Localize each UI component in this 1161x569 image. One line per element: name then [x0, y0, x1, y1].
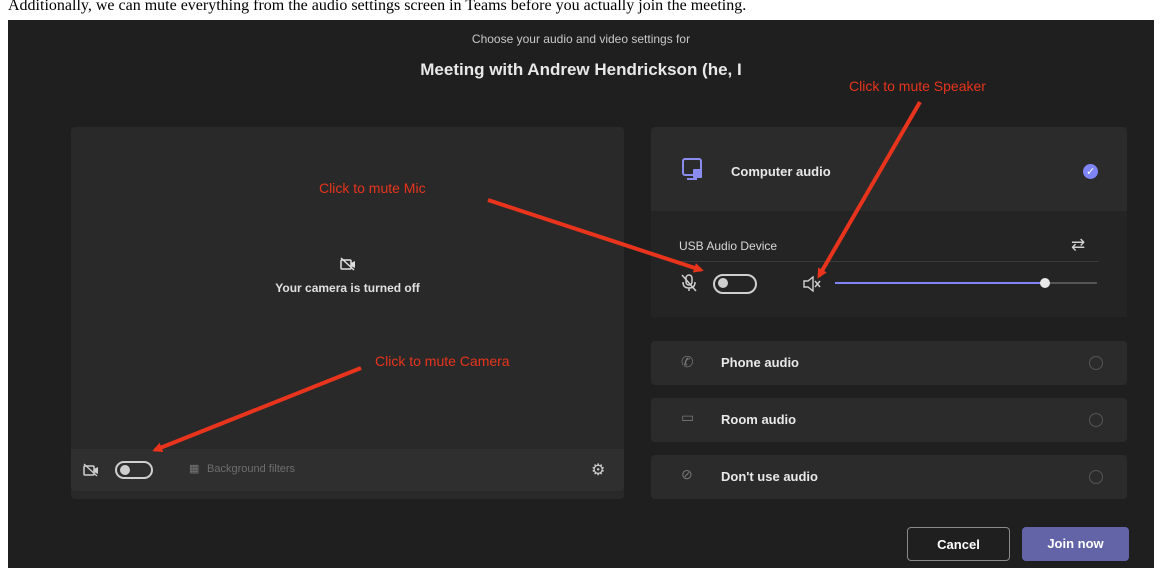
computer-audio-label: Computer audio: [731, 164, 831, 179]
gear-icon[interactable]: ⚙: [591, 460, 605, 480]
annotation-mute-camera: Click to mute Camera: [375, 353, 510, 369]
no-audio-radio[interactable]: [1089, 470, 1103, 484]
room-audio-radio[interactable]: [1089, 413, 1103, 427]
camera-off-icon: [339, 257, 355, 271]
mic-toggle[interactable]: [713, 274, 757, 294]
meeting-setup-screen: Choose your audio and video settings for…: [8, 20, 1154, 568]
volume-slider-fill: [835, 282, 1045, 284]
phone-audio-label: Phone audio: [721, 355, 799, 370]
mic-off-icon: [681, 274, 697, 292]
room-audio-label: Room audio: [721, 412, 797, 427]
computer-audio-option[interactable]: Computer audio ✓ USB Audio Device ⇄: [651, 127, 1127, 317]
room-audio-icon: ▭: [681, 409, 695, 425]
device-name: USB Audio Device: [679, 239, 778, 253]
no-audio-icon: ⊘: [681, 466, 693, 482]
selected-radio[interactable]: ✓: [1083, 164, 1098, 179]
meeting-title: Meeting with Andrew Hendrickson (he, I: [420, 60, 742, 79]
join-now-button[interactable]: Join now: [1022, 527, 1129, 561]
phone-icon: ✆: [681, 354, 694, 371]
annotation-mute-mic: Click to mute Mic: [319, 180, 426, 196]
background-filters-button[interactable]: Background filters: [207, 463, 295, 475]
instruction-text: Additionally, we can mute everything fro…: [0, 0, 1161, 20]
room-audio-option[interactable]: ▭ Room audio: [651, 398, 1127, 442]
camera-status-text: Your camera is turned off: [275, 281, 420, 295]
background-filters-icon: ▦: [189, 463, 200, 475]
no-audio-option[interactable]: ⊘ Don't use audio: [651, 455, 1127, 499]
camera-icon: [83, 463, 98, 477]
annotation-mute-speaker: Click to mute Speaker: [849, 78, 986, 94]
video-toolbar: ▦ Background filters ⚙: [71, 449, 624, 491]
camera-toggle[interactable]: [115, 461, 153, 479]
volume-slider-thumb[interactable]: [1039, 278, 1050, 288]
phone-audio-option[interactable]: ✆ Phone audio: [651, 341, 1127, 385]
divider: [675, 261, 1099, 262]
device-settings-icon[interactable]: ⇄: [1071, 235, 1085, 255]
cancel-button[interactable]: Cancel: [907, 527, 1010, 561]
no-audio-label: Don't use audio: [721, 469, 818, 484]
settings-subtitle: Choose your audio and video settings for: [471, 32, 691, 46]
camera-off-indicator: Your camera is turned off: [71, 257, 624, 295]
volume-slider-track[interactable]: [835, 278, 1097, 288]
audio-device-settings: USB Audio Device ⇄: [651, 211, 1127, 317]
speaker-off-icon[interactable]: [803, 276, 821, 292]
computer-audio-icon: [682, 158, 702, 180]
phone-audio-radio[interactable]: [1089, 356, 1103, 370]
